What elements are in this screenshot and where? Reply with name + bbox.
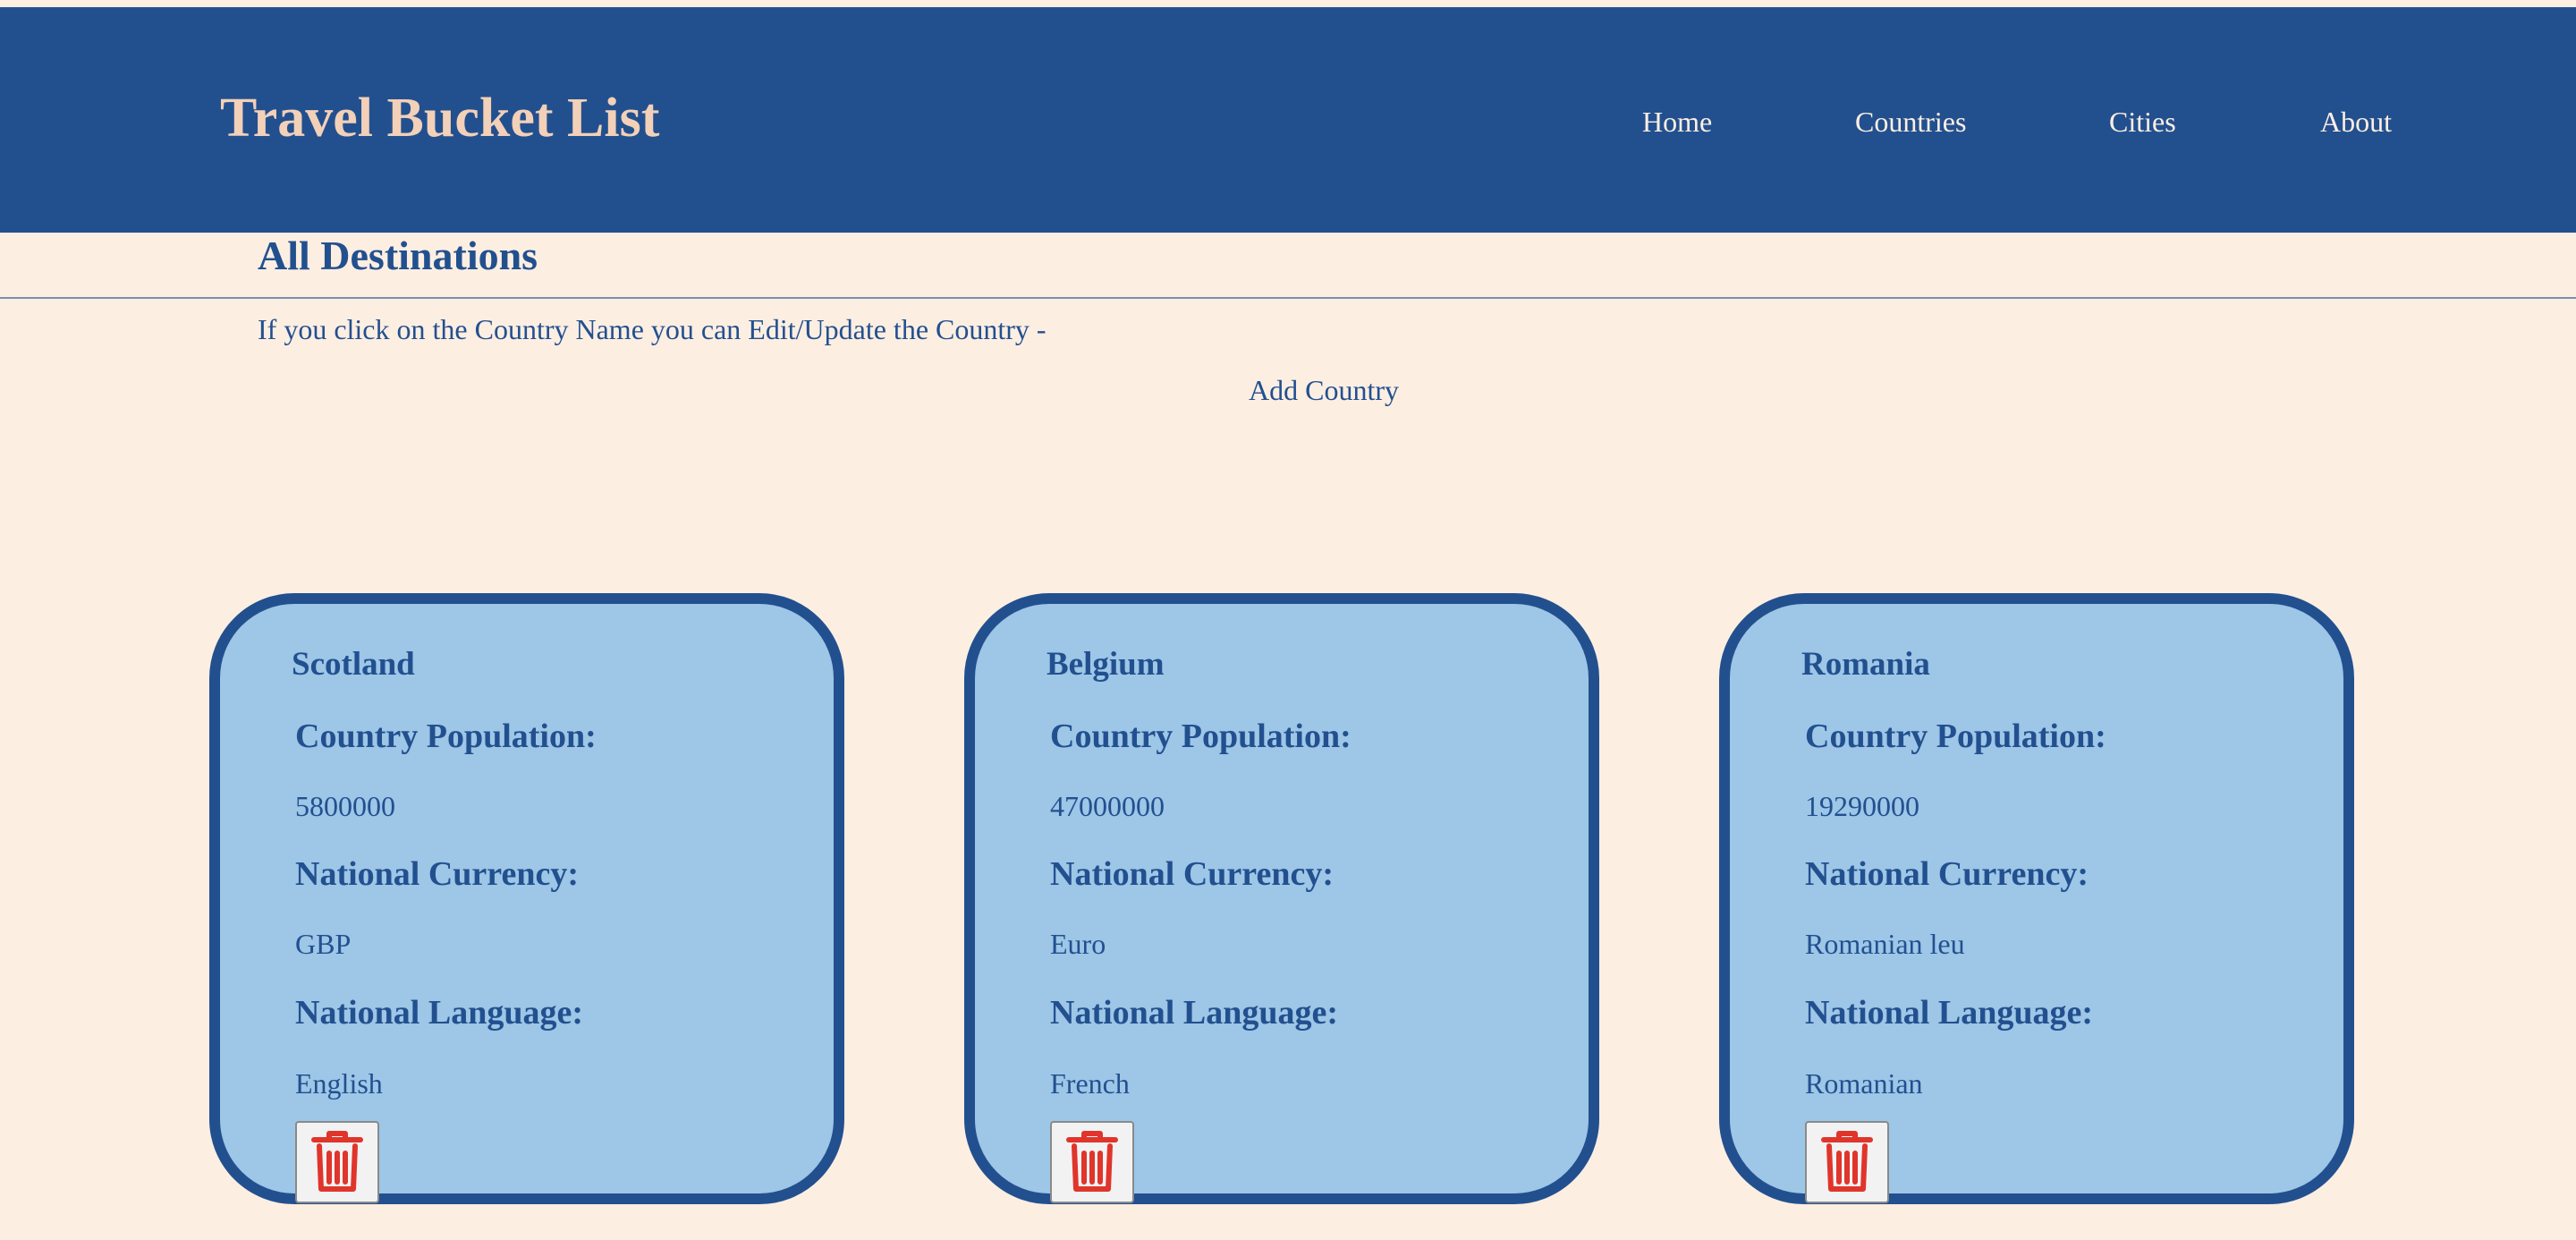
population-label: Country Population: [295, 718, 597, 755]
currency-label: National Currency: [295, 855, 579, 893]
site-title: Travel Bucket List [220, 88, 660, 149]
country-name-link[interactable]: Romania [1801, 645, 1930, 684]
country-card: Belgium Country Population: 47000000 Nat… [964, 593, 1599, 1204]
nav-cities-link[interactable]: Cities [2109, 106, 2176, 139]
add-country-link[interactable]: Add Country [1249, 374, 1399, 407]
top-strip [0, 0, 2576, 7]
language-value: English [295, 1067, 383, 1100]
currency-label: National Currency: [1805, 855, 2089, 893]
language-value: Romanian [1805, 1067, 1923, 1100]
language-label: National Language: [295, 994, 583, 1032]
currency-value: Romanian leu [1805, 928, 1965, 960]
population-label: Country Population: [1050, 718, 1352, 755]
language-value: French [1050, 1067, 1130, 1100]
language-label: National Language: [1050, 994, 1338, 1032]
country-card: Romania Country Population: 19290000 Nat… [1719, 593, 2354, 1204]
delete-country-button[interactable] [1050, 1121, 1134, 1203]
trash-icon [1821, 1131, 1873, 1192]
population-label: Country Population: [1805, 718, 2106, 755]
currency-label: National Currency: [1050, 855, 1334, 893]
delete-country-button[interactable] [295, 1121, 379, 1203]
nav-about-link[interactable]: About [2320, 106, 2392, 139]
site-header: Travel Bucket List Home Countries Cities… [0, 7, 2576, 233]
nav-countries-link[interactable]: Countries [1855, 106, 1966, 139]
country-name-link[interactable]: Scotland [292, 645, 415, 684]
instructions-text: If you click on the Country Name you can… [258, 313, 1046, 345]
trash-icon [311, 1131, 363, 1192]
population-value: 47000000 [1050, 790, 1165, 822]
population-value: 19290000 [1805, 790, 1919, 822]
nav-home-link[interactable]: Home [1642, 106, 1712, 139]
country-card: Scotland Country Population: 5800000 Nat… [209, 593, 844, 1204]
population-value: 5800000 [295, 790, 395, 822]
divider [0, 297, 2576, 299]
language-label: National Language: [1805, 994, 2093, 1032]
trash-icon [1066, 1131, 1118, 1192]
currency-value: Euro [1050, 928, 1106, 960]
country-name-link[interactable]: Belgium [1046, 645, 1165, 684]
delete-country-button[interactable] [1805, 1121, 1889, 1203]
page-title: All Destinations [258, 233, 538, 278]
currency-value: GBP [295, 928, 352, 960]
